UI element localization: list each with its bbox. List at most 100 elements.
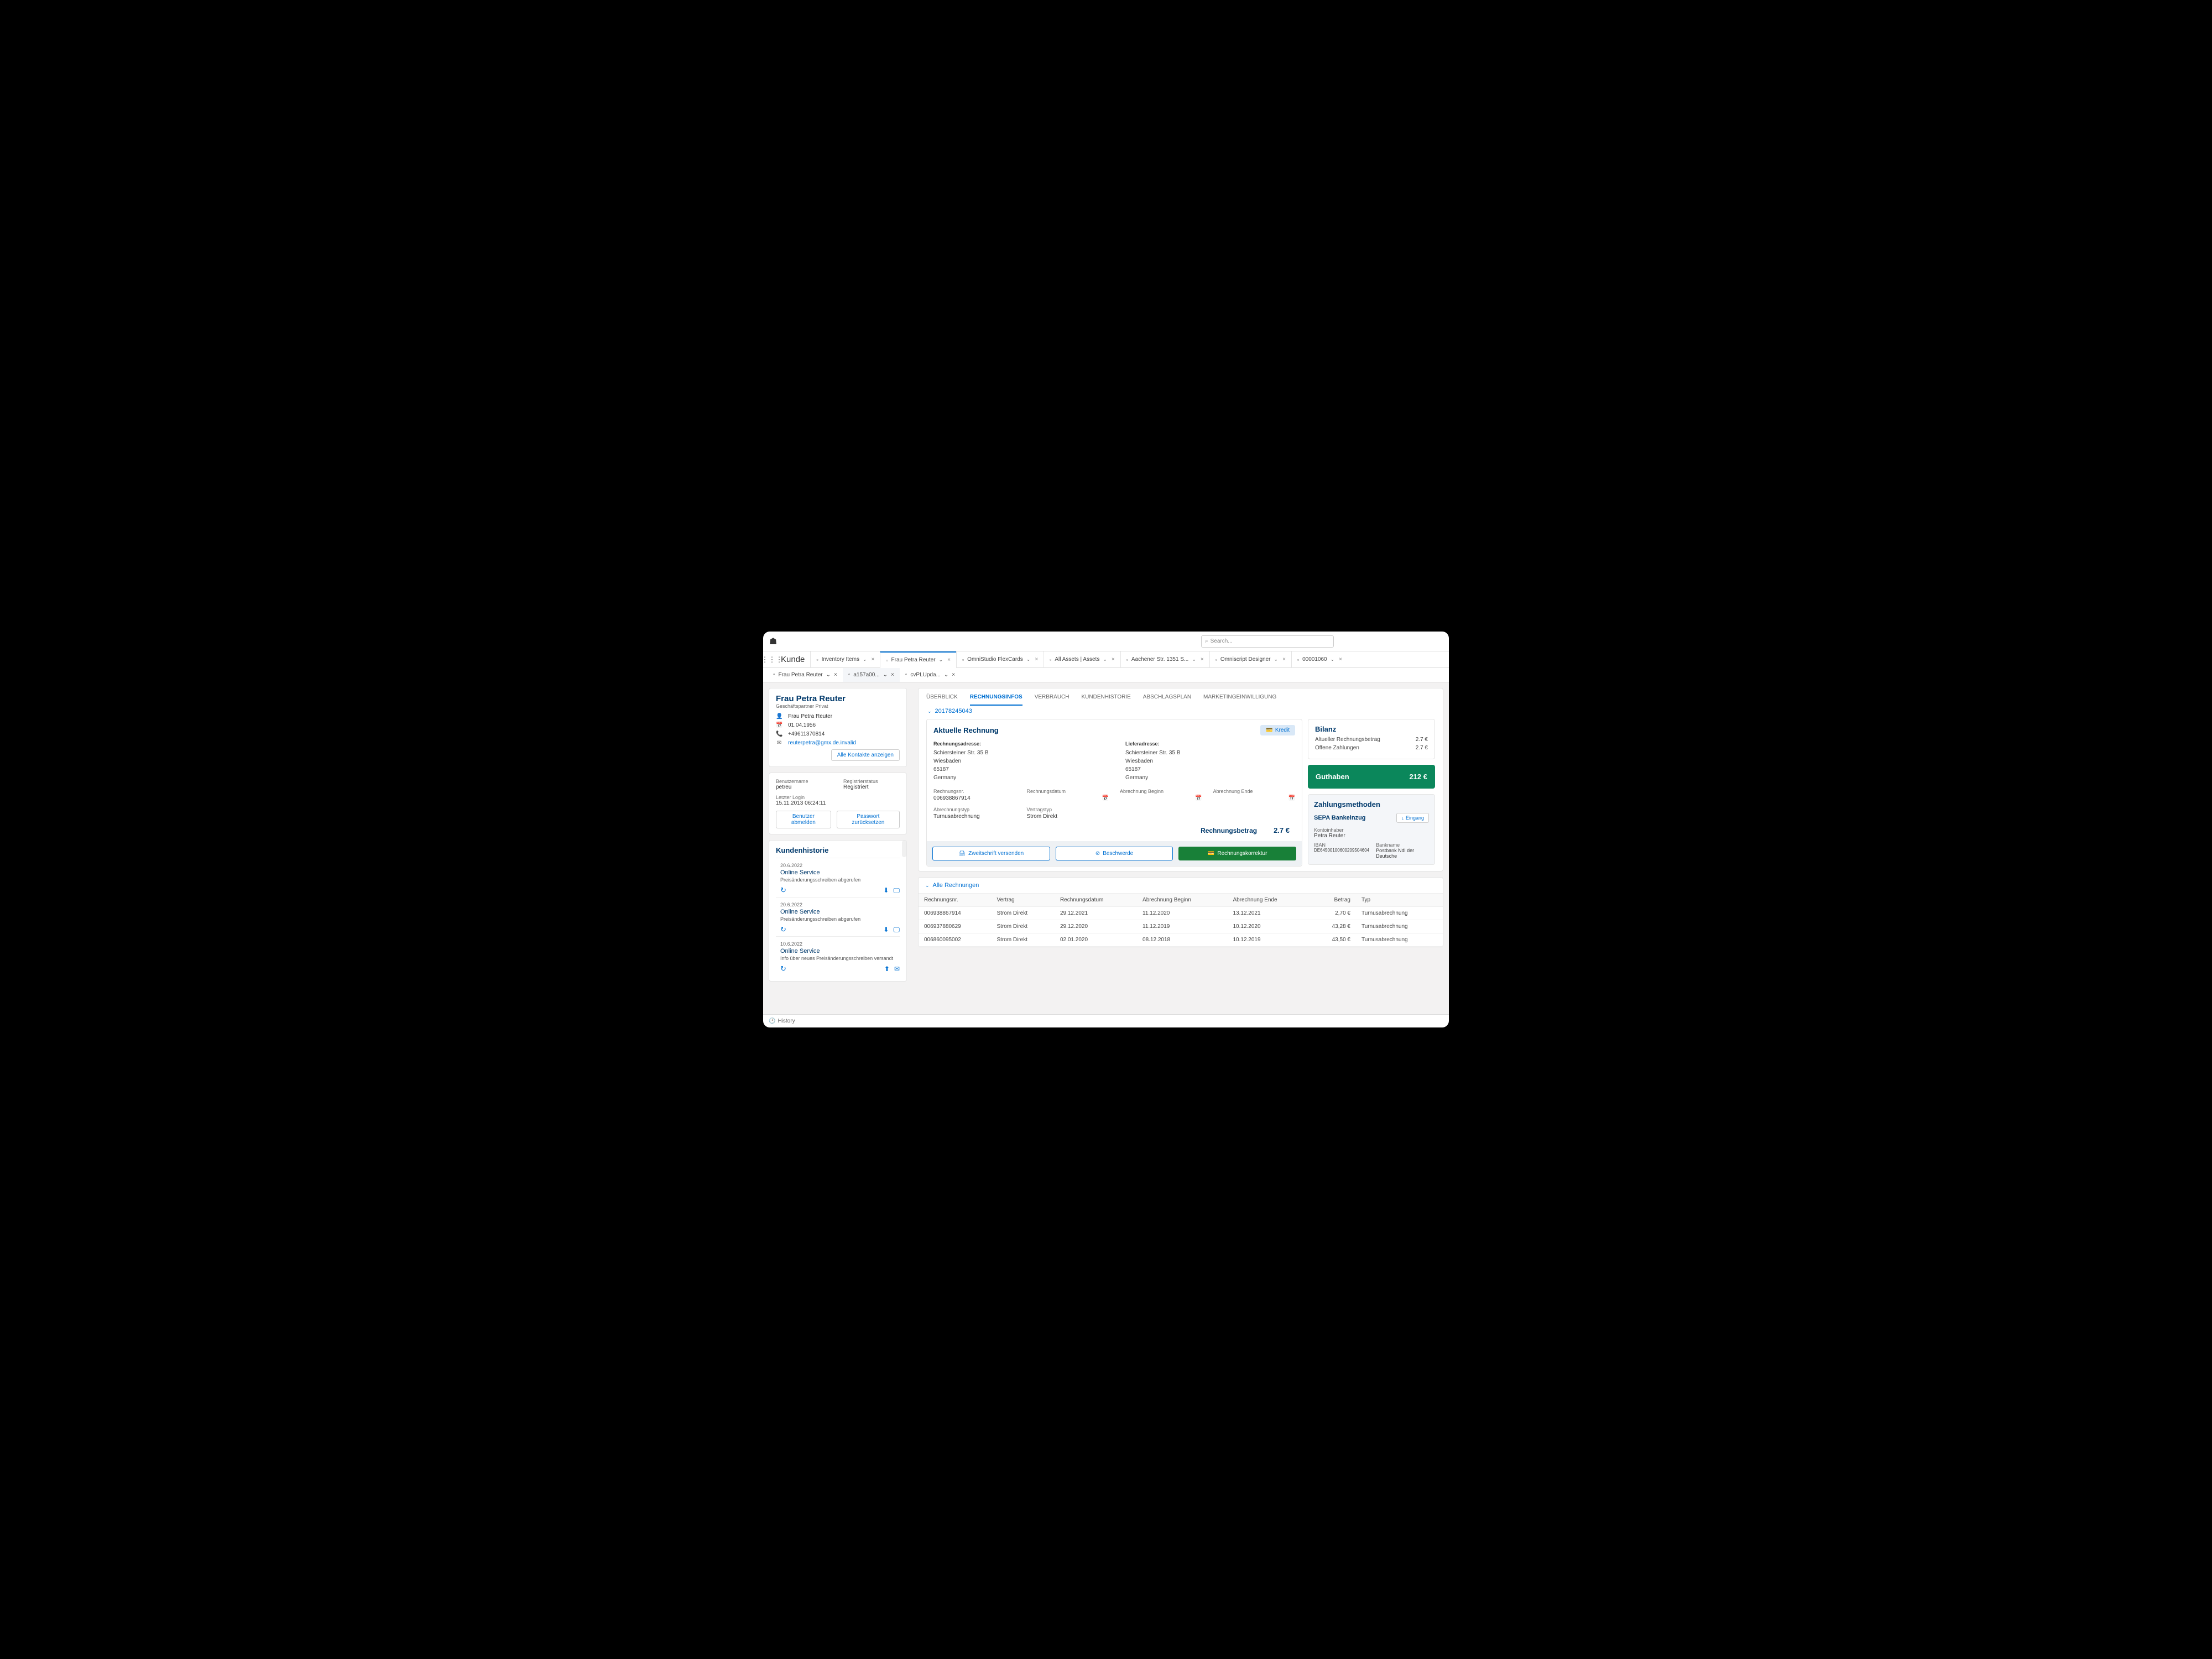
status-label: Registrierstatus xyxy=(843,779,900,784)
bill-addr-label: Rechnungsadresse: xyxy=(933,741,1103,747)
app-logo-icon: ☗ xyxy=(768,636,779,647)
close-icon[interactable]: × xyxy=(952,672,955,678)
chevron-down-icon[interactable]: ⌄ xyxy=(1331,656,1335,662)
sub-tab[interactable]: ▫a157a00...⌄× xyxy=(843,668,900,682)
user-card: Benutzernamepetreu RegistrierstatusRegis… xyxy=(769,773,907,834)
mail-icon: ✉ xyxy=(776,740,782,746)
nav-tab[interactable]: ▫All Assets | Assets⌄× xyxy=(1044,651,1120,668)
total-value: 2.7 € xyxy=(1274,826,1290,834)
account-link[interactable]: ⌄20178245043 xyxy=(926,706,1435,719)
download-icon[interactable]: ⬇ xyxy=(883,926,889,934)
history-card: Kundenhistorie 20.6.2022Online ServicePr… xyxy=(769,840,907,982)
chevron-down-icon[interactable]: ⌄ xyxy=(1026,656,1031,662)
logout-user-button[interactable]: Benutzer abmelden xyxy=(776,811,831,828)
search-input[interactable]: ⌕ Search... xyxy=(1201,635,1334,648)
content-tab[interactable]: RECHNUNGSINFOS xyxy=(970,694,1022,706)
content-tab[interactable]: VERBRAUCH xyxy=(1035,694,1070,706)
refresh-icon[interactable]: ↻ xyxy=(780,925,786,934)
customer-fullname: Frau Petra Reuter xyxy=(788,713,832,719)
chevron-down-icon[interactable]: ⌄ xyxy=(883,672,888,678)
tab-icon: ▫ xyxy=(773,672,775,678)
calendar-icon[interactable]: 📅 xyxy=(1195,795,1202,801)
search-icon: ⌕ xyxy=(1205,638,1208,644)
credit-banner: Guthaben212 € xyxy=(1308,765,1435,789)
nav-tab[interactable]: ▫OmniStudio FlexCards⌄× xyxy=(956,651,1044,668)
close-icon[interactable]: × xyxy=(1035,656,1038,662)
upload-icon[interactable]: ⬆ xyxy=(884,965,890,973)
chevron-down-icon: ⌄ xyxy=(927,708,932,714)
download-icon[interactable]: ⬇ xyxy=(883,886,889,895)
nav-tab[interactable]: ▫Omniscript Designer⌄× xyxy=(1209,651,1291,668)
customer-phone: +49611370814 xyxy=(788,731,825,737)
clock-icon: 🕐 xyxy=(769,1018,775,1024)
ship-address: Schiersteiner Str. 35 BWiesbaden65187Ger… xyxy=(1125,749,1295,782)
screen-icon[interactable]: 🖵 xyxy=(893,926,900,934)
chevron-down-icon[interactable]: ⌄ xyxy=(863,656,867,662)
calendar-icon[interactable]: 📅 xyxy=(1102,795,1109,801)
mail-icon[interactable]: ✉ xyxy=(894,965,900,973)
chevron-down-icon[interactable]: ⌄ xyxy=(826,672,831,678)
all-contacts-button[interactable]: Alle Kontakte anzeigen xyxy=(831,749,900,761)
close-icon[interactable]: × xyxy=(871,656,874,662)
close-icon[interactable]: × xyxy=(1282,656,1286,662)
content-tabs: ÜBERBLICK RECHNUNGSINFOS VERBRAUCH KUNDENHI… xyxy=(926,688,1435,706)
history-item: 10.6.2022Online ServiceInfo über neues P… xyxy=(776,936,900,975)
table-row[interactable]: 006860095002Strom Direkt02.01.202008.12.… xyxy=(919,933,1443,947)
eingang-button[interactable]: ↓Eingang xyxy=(1396,813,1429,823)
contract-type-value: Strom Direkt xyxy=(1027,813,1109,820)
card-icon: 💳 xyxy=(1266,727,1272,733)
table-header: Abrechnung Ende xyxy=(1227,894,1311,907)
close-icon[interactable]: × xyxy=(1201,656,1204,662)
close-icon[interactable]: × xyxy=(1112,656,1115,662)
sub-tab[interactable]: ▫Frau Petra Reuter⌄× xyxy=(768,668,843,682)
chevron-down-icon[interactable]: ⌄ xyxy=(939,657,943,663)
history-title: Kundenhistorie xyxy=(776,846,900,854)
top-bar: ☗ ⌕ Search... xyxy=(763,632,1449,651)
table-header: Rechnungsnr. xyxy=(919,894,991,907)
content-tab[interactable]: ABSCHLAGSPLAN xyxy=(1143,694,1191,706)
chevron-down-icon[interactable]: ⌄ xyxy=(1103,656,1107,662)
bill-type-value: Turnusabrechnung xyxy=(933,813,1016,820)
refresh-icon[interactable]: ↻ xyxy=(780,964,786,973)
content-tab[interactable]: ÜBERBLICK xyxy=(926,694,958,706)
current-label: Altueller Rechnungsbetrag xyxy=(1315,737,1380,743)
calendar-icon[interactable]: 📅 xyxy=(1288,795,1295,801)
chevron-down-icon[interactable]: ⌄ xyxy=(944,672,948,678)
nav-tab[interactable]: ▫Inventory Items⌄× xyxy=(810,651,880,668)
table-row[interactable]: 006937880629Strom Direkt29.12.202011.12.… xyxy=(919,920,1443,933)
period-end-label: Abrechnung Ende xyxy=(1213,789,1296,794)
phone-icon: 📞 xyxy=(776,731,782,737)
iban-value: DE64500100600209504604 xyxy=(1314,848,1369,853)
correction-button[interactable]: 💳Rechnungskorrektur xyxy=(1178,847,1296,860)
send-copy-button[interactable]: 🖨Zweitschrift versenden xyxy=(932,847,1050,860)
reset-password-button[interactable]: Passwort zurücksetzen xyxy=(837,811,900,828)
close-icon[interactable]: × xyxy=(1339,656,1342,662)
footer-history[interactable]: History xyxy=(778,1018,795,1024)
nav-tab[interactable]: ▫Frau Petra Reuter⌄× xyxy=(880,651,956,668)
chevron-down-icon[interactable]: ⌄ xyxy=(1192,656,1196,662)
card-icon: 💳 xyxy=(1208,851,1214,857)
nav-tab[interactable]: ▫00001060⌄× xyxy=(1291,651,1348,668)
inv-date-label: Rechnungsdatum xyxy=(1027,789,1109,794)
chevron-down-icon[interactable]: ⌄ xyxy=(1274,656,1279,662)
send-icon: 🖨 xyxy=(958,851,966,857)
content-tab[interactable]: MARKETINGEINWILLIGUNG xyxy=(1203,694,1276,706)
username-value: petreu xyxy=(776,784,832,790)
scrollbar[interactable] xyxy=(902,841,906,857)
content-tab[interactable]: KUNDENHISTORIE xyxy=(1082,694,1131,706)
footer: 🕐 History xyxy=(763,1014,1449,1027)
nav-tab[interactable]: ▫Aachener Str. 1351 S...⌄× xyxy=(1120,651,1209,668)
close-icon[interactable]: × xyxy=(891,672,894,678)
app-launcher-icon[interactable]: ⋮⋮⋮ xyxy=(763,655,781,664)
all-invoices-toggle[interactable]: ⌄Alle Rechnungen xyxy=(919,878,1443,893)
calendar-icon: 📅 xyxy=(776,722,782,728)
kredit-button[interactable]: 💳Kredit xyxy=(1260,725,1295,735)
screen-icon[interactable]: 🖵 xyxy=(893,886,900,895)
close-icon[interactable]: × xyxy=(947,657,951,663)
close-icon[interactable]: × xyxy=(834,672,837,678)
sub-tab[interactable]: ▫cvPLUpda...⌄× xyxy=(900,668,961,682)
customer-email[interactable]: reuterpetra@gmx.de.invalid xyxy=(788,740,856,746)
complaint-button[interactable]: ⊘Beschwerde xyxy=(1056,847,1173,860)
refresh-icon[interactable]: ↻ xyxy=(780,886,786,895)
table-row[interactable]: 006938867914Strom Direkt29.12.202111.12.… xyxy=(919,907,1443,920)
